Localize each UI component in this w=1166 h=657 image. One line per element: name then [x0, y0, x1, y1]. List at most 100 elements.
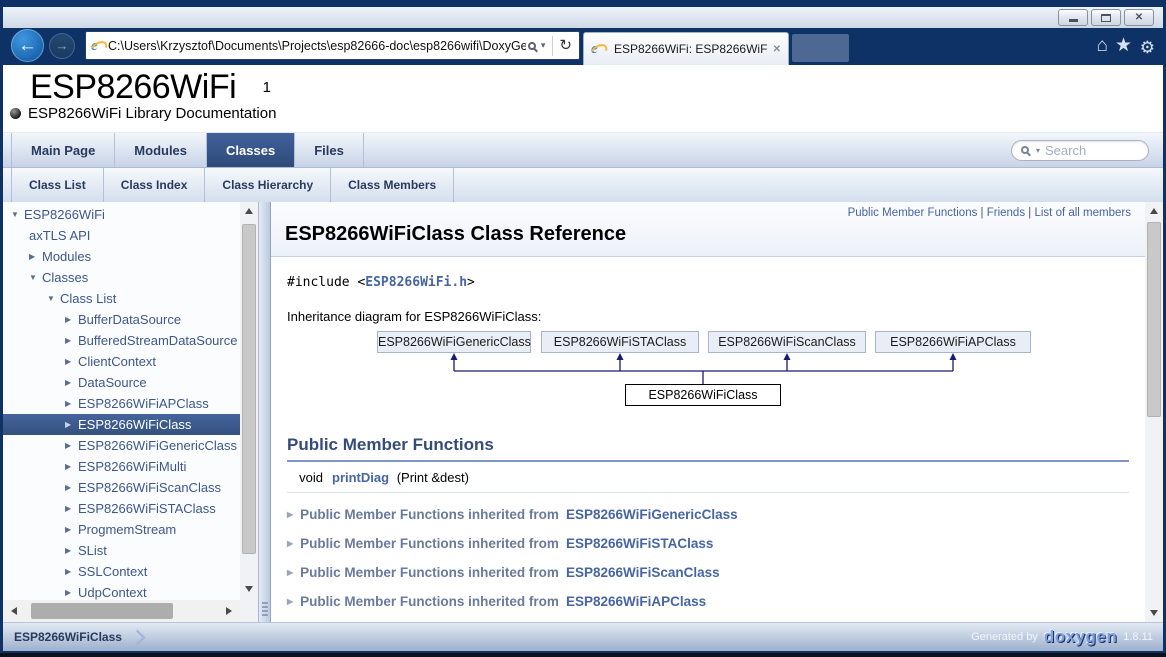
inherited-class-link[interactable]: ESP8266WiFiSTAClass — [566, 537, 713, 551]
sidebar-item-datasource[interactable]: ▶ DataSource — [3, 372, 240, 393]
sidebar-item-bufferdatasource[interactable]: ▶ BufferDataSource — [3, 309, 240, 330]
sidebar-item-clientcontext[interactable]: ▶ ClientContext — [3, 351, 240, 372]
tree-toggle-icon[interactable]: ▶ — [65, 567, 78, 576]
search-dropdown-icon[interactable]: ▾ — [1036, 146, 1040, 155]
minimize-button[interactable] — [1058, 9, 1088, 26]
expand-arrow-icon[interactable]: ▶ — [287, 537, 293, 551]
tab-classes[interactable]: Classes — [207, 133, 295, 167]
scroll-right-button[interactable] — [218, 600, 240, 622]
tab-files[interactable]: Files — [295, 133, 364, 167]
tree-toggle-icon[interactable]: ▶ — [65, 336, 78, 345]
tree-toggle-icon[interactable]: ▶ — [65, 315, 78, 324]
search-input[interactable] — [1045, 143, 1141, 158]
scroll-left-button[interactable] — [3, 600, 25, 622]
expand-arrow-icon[interactable]: ▶ — [287, 508, 293, 522]
sidebar-item-class-list[interactable]: ▼ Class List — [3, 288, 240, 309]
splitter-grip[interactable] — [262, 602, 268, 616]
expand-arrow-icon[interactable]: ▶ — [287, 595, 293, 609]
inherited-section-esp8266wifiscanclass[interactable]: ▶ Public Member Functions inherited from… — [287, 566, 1129, 580]
sidebar-item-udpcontext[interactable]: ▶ UdpContext — [3, 582, 240, 600]
tree-toggle-icon[interactable]: ▶ — [29, 252, 42, 261]
sidebar-hscroll-thumb[interactable] — [31, 603, 173, 619]
subtab-class-list[interactable]: Class List — [11, 168, 104, 202]
subtab-class-index[interactable]: Class Index — [104, 168, 206, 202]
tree-toggle-icon[interactable]: ▶ — [65, 588, 78, 597]
tree-toggle-icon[interactable]: ▶ — [65, 504, 78, 513]
inherited-section-esp8266wifigenericclass[interactable]: ▶ Public Member Functions inherited from… — [287, 508, 1129, 522]
subtab-class-members[interactable]: Class Members — [331, 168, 454, 202]
tree-toggle-icon[interactable]: ▶ — [65, 462, 78, 471]
maximize-button[interactable] — [1091, 9, 1121, 26]
content-vertical-scrollbar[interactable] — [1145, 202, 1163, 622]
page: ESP8266WiFi 1 ESP8266WiFi Library Docume… — [3, 65, 1163, 651]
tree-toggle-icon[interactable]: ▶ — [65, 525, 78, 534]
content-vscroll-thumb[interactable] — [1147, 222, 1161, 417]
tab-close-icon[interactable]: ✕ — [773, 44, 781, 55]
new-tab-button[interactable] — [792, 34, 849, 62]
pane-splitter[interactable] — [258, 202, 271, 622]
breadcrumb-esp8266wificlass[interactable]: ESP8266WiFiClass — [14, 630, 122, 644]
address-input[interactable] — [108, 39, 526, 53]
address-dropdown-icon[interactable]: ▾ — [541, 40, 546, 51]
sidebar-item-sslcontext[interactable]: ▶ SSLContext — [3, 561, 240, 582]
summary-separator: | — [977, 207, 986, 219]
tree-toggle-icon[interactable]: ▶ — [65, 378, 78, 387]
tree-toggle-icon[interactable]: ▼ — [11, 210, 24, 219]
inherited-section-esp8266wifistaclass[interactable]: ▶ Public Member Functions inherited from… — [287, 537, 1129, 551]
tree-toggle-icon[interactable]: ▶ — [65, 357, 78, 366]
content-scroll-down-button[interactable] — [1145, 604, 1163, 622]
back-button[interactable]: ← — [10, 28, 45, 63]
sidebar-item-esp8266wifiapclass[interactable]: ▶ ESP8266WiFiAPClass — [3, 393, 240, 414]
address-bar[interactable]: e ▾ ↻ — [85, 31, 580, 60]
subtab-class-hierarchy[interactable]: Class Hierarchy — [205, 168, 331, 202]
refresh-button[interactable]: ↻ — [559, 38, 572, 53]
sidebar-item-axtls-api[interactable]: axTLS API — [3, 225, 240, 246]
tree-toggle-icon[interactable]: ▼ — [29, 273, 42, 282]
sidebar-item-esp8266wifistaclass[interactable]: ▶ ESP8266WiFiSTAClass — [3, 498, 240, 519]
sidebar-horizontal-scrollbar[interactable] — [3, 600, 240, 622]
tree-toggle-icon[interactable]: ▶ — [65, 399, 78, 408]
sidebar-item-esp8266wifiscanclass[interactable]: ▶ ESP8266WiFiScanClass — [3, 477, 240, 498]
sidebar-scroll-up-button[interactable] — [240, 202, 258, 220]
forward-button[interactable]: → — [49, 33, 75, 59]
sidebar-scroll-down-button[interactable] — [240, 580, 258, 598]
sidebar-item-esp8266wifigenericclass[interactable]: ▶ ESP8266WiFiGenericClass — [3, 435, 240, 456]
expand-arrow-icon[interactable]: ▶ — [287, 566, 293, 580]
summary-link-list-of-all-members[interactable]: List of all members — [1034, 207, 1131, 219]
summary-link-friends[interactable]: Friends — [987, 207, 1025, 219]
sidebar-item-esp8266wifi[interactable]: ▼ ESP8266WiFi — [3, 204, 240, 225]
address-search-icon[interactable] — [528, 42, 536, 50]
tree-toggle-icon[interactable]: ▶ — [65, 483, 78, 492]
doxygen-logo[interactable]: doxygen — [1044, 627, 1117, 647]
sidebar-vertical-scrollbar[interactable] — [240, 202, 258, 622]
tab-modules[interactable]: Modules — [115, 133, 207, 167]
sidebar-item-bufferedstreamdatasource[interactable]: ▶ BufferedStreamDataSource — [3, 330, 240, 351]
inherited-section-esp8266wifiapclass[interactable]: ▶ Public Member Functions inherited from… — [287, 595, 1129, 609]
tab-main-page[interactable]: Main Page — [11, 133, 115, 167]
sidebar-item-progmemstream[interactable]: ▶ ProgmemStream — [3, 519, 240, 540]
sidebar-vscroll-thumb[interactable] — [242, 224, 256, 554]
settings-gear-icon[interactable]: ⚙ — [1140, 38, 1155, 58]
sidebar-item-esp8266wifimulti[interactable]: ▶ ESP8266WiFiMulti — [3, 456, 240, 477]
tree-toggle-icon[interactable]: ▶ — [65, 546, 78, 555]
sidebar-item-slist[interactable]: ▶ SList — [3, 540, 240, 561]
home-icon[interactable]: ⌂ — [1097, 36, 1108, 56]
inherited-class-link[interactable]: ESP8266WiFiGenericClass — [566, 508, 738, 522]
inherited-class-link[interactable]: ESP8266WiFiAPClass — [566, 595, 706, 609]
project-name: ESP8266WiFi — [3, 65, 236, 107]
inherited-class-link[interactable]: ESP8266WiFiScanClass — [566, 566, 720, 580]
browser-tab[interactable]: e ESP8266WiFi: ESP8266WiFi... ✕ — [583, 32, 789, 65]
tree-toggle-icon[interactable]: ▶ — [65, 441, 78, 450]
sidebar-item-classes[interactable]: ▼ Classes — [3, 267, 240, 288]
content-scroll-up-button[interactable] — [1145, 202, 1163, 220]
favorites-star-icon[interactable]: ★ — [1115, 36, 1132, 56]
sidebar-item-modules[interactable]: ▶ Modules — [3, 246, 240, 267]
tree-toggle-icon[interactable]: ▶ — [65, 420, 78, 429]
sidebar-item-esp8266wificlass[interactable]: ▶ ESP8266WiFiClass — [3, 414, 240, 435]
summary-link-public-member-functions[interactable]: Public Member Functions — [848, 207, 978, 219]
search-box[interactable]: ▾ — [1011, 140, 1149, 161]
tree-toggle-icon[interactable]: ▼ — [47, 294, 60, 303]
member-name-link[interactable]: printDiag — [332, 470, 389, 485]
include-file-link[interactable]: ESP8266WiFi.h — [365, 275, 467, 290]
close-button[interactable]: ✕ — [1124, 9, 1154, 26]
